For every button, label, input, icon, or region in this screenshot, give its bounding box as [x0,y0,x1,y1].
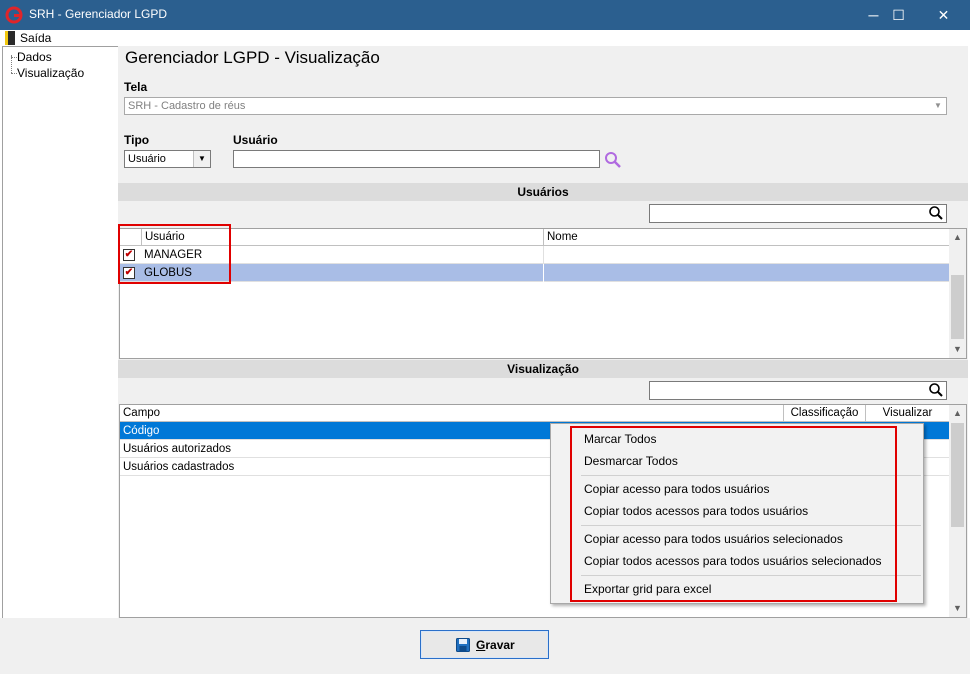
search-icon[interactable] [928,382,944,398]
page-title: Gerenciador LGPD - Visualização [125,48,380,67]
chevron-down-icon[interactable]: ▼ [930,98,946,114]
column-header-classificacao[interactable]: Classificação [784,405,866,422]
sidebar-tree: Dados Visualização [2,46,119,620]
usuario-label: Usuário [233,133,278,147]
gravar-button[interactable]: Gravar [420,630,549,659]
cell-campo: Código [123,425,160,437]
save-icon [456,638,470,652]
gravar-label: Gravar [476,638,515,652]
window-title: SRH - Gerenciador LGPD [29,7,168,21]
scroll-thumb[interactable] [951,423,964,527]
usuarios-grid: Usuário Nome ✔ MANAGER ✔ GLOBUS ▲ ▼ [119,228,967,359]
tela-select[interactable]: SRH - Cadastro de réus ▼ [124,97,947,115]
tipo-value: Usuário [128,153,166,165]
title-bar[interactable]: SRH - Gerenciador LGPD ─ ☐ ✕ [0,0,970,30]
table-row[interactable]: ✔ MANAGER [120,246,949,264]
visualizacao-scrollbar[interactable]: ▲ ▼ [949,405,966,617]
menu-saida[interactable]: Saída [20,31,51,45]
tela-label: Tela [124,80,148,94]
sidebar-item-visualizacao[interactable]: Visualização [17,66,84,80]
search-icon[interactable] [604,151,622,169]
maximize-button[interactable]: ☐ [876,0,921,30]
search-icon[interactable] [928,205,944,221]
usuarios-search-input[interactable] [649,204,947,223]
usuario-input[interactable] [233,150,600,168]
exit-door-icon [5,31,15,45]
scroll-thumb[interactable] [951,275,964,339]
scroll-down-icon[interactable]: ▼ [949,341,966,358]
annotation-highlight-box [570,426,897,602]
close-button[interactable]: ✕ [921,0,966,30]
tela-value: SRH - Cadastro de réus [128,100,246,112]
cell-campo: Usuários cadastrados [123,461,235,473]
scroll-up-icon[interactable]: ▲ [949,229,966,246]
app-logo-icon [5,6,23,24]
usuarios-scrollbar[interactable]: ▲ ▼ [949,229,966,358]
usuarios-header: Usuários [118,183,968,201]
table-row-selected[interactable]: ✔ GLOBUS [120,264,949,282]
sidebar-item-dados[interactable]: Dados [17,50,52,64]
cell-campo: Usuários autorizados [123,443,232,455]
annotation-highlight-box [118,224,231,284]
column-header-nome[interactable]: Nome [544,229,949,246]
scroll-up-icon[interactable]: ▲ [949,405,966,422]
scroll-down-icon[interactable]: ▼ [949,600,966,617]
tipo-select[interactable]: Usuário ▼ [124,150,211,168]
menu-bar: Saída [0,30,970,46]
visualizacao-header: Visualização [118,360,968,378]
column-header-campo[interactable]: Campo [120,405,784,422]
visualizacao-search-input[interactable] [649,381,947,400]
tipo-label: Tipo [124,133,150,147]
chevron-down-icon[interactable]: ▼ [193,151,210,167]
column-header-visualizar[interactable]: Visualizar [866,405,949,422]
